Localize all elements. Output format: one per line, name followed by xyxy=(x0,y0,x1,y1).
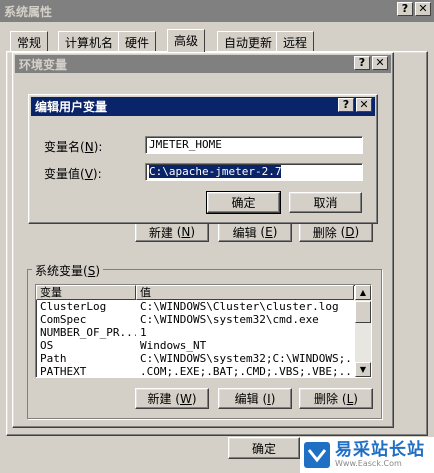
system-variables-table: ClusterLog C:\WINDOWS\Cluster\cluster.log… xyxy=(36,300,354,377)
variable-name-label: 变量名(N): xyxy=(44,140,103,154)
edit-user-title: 编辑用户变量 xyxy=(35,100,108,114)
tab-general[interactable]: 常规 xyxy=(10,31,49,51)
watermark-url: Www.Easck.Com xyxy=(335,458,402,468)
sysprops-titlebar: 系统属性 ? ✕ xyxy=(0,0,434,22)
variable-value-label: 变量值(V): xyxy=(44,167,102,181)
tab-auto-update[interactable]: 自动更新 xyxy=(217,31,280,51)
table-row[interactable]: PATHEXT .COM;.EXE;.BAT;.CMD;.VBS;.VBE;... xyxy=(36,365,354,377)
tab-advanced[interactable]: 高级 xyxy=(167,29,206,52)
edit-user-ok-button[interactable]: 确定 xyxy=(206,191,281,214)
tab-remote[interactable]: 远程 xyxy=(276,31,315,51)
envvars-titlebar: 环境变量 ? ✕ xyxy=(15,55,391,73)
scroll-down-icon[interactable]: ▼ xyxy=(355,362,371,377)
table-row[interactable]: OS Windows_NT xyxy=(36,339,354,352)
brand-logo-icon xyxy=(304,442,330,468)
sysprops-ok-button[interactable]: 确定 xyxy=(228,437,300,459)
system-variables-label: 系统变量(S) xyxy=(32,262,104,279)
user-delete-button[interactable]: 删除 (D) xyxy=(299,222,373,242)
watermark: 易采站长站 Www.Easck.Com xyxy=(300,437,434,473)
edit-user-titlebar: 编辑用户变量 ? ✕ xyxy=(31,97,375,116)
table-row[interactable]: Path C:\WINDOWS\system32;C:\WINDOWS;... xyxy=(36,352,354,365)
system-delete-button[interactable]: 删除 (L) xyxy=(299,388,373,409)
variable-name-input[interactable]: JMETER_HOME xyxy=(145,136,363,154)
scroll-thumb[interactable] xyxy=(355,301,371,323)
scroll-up-icon[interactable]: ▲ xyxy=(355,285,371,300)
column-header-value[interactable]: 值 xyxy=(136,285,354,300)
tab-hardware[interactable]: 硬件 xyxy=(118,31,157,51)
sysprops-help-button[interactable]: ? xyxy=(397,2,413,16)
list-scrollbar[interactable]: ▲ ▼ xyxy=(355,285,371,377)
envvars-close-button[interactable]: ✕ xyxy=(372,56,388,70)
user-new-button[interactable]: 新建 (N) xyxy=(135,222,209,242)
sysprops-title: 系统属性 xyxy=(4,4,53,19)
table-row[interactable]: NUMBER_OF_PR... 1 xyxy=(36,326,354,339)
variable-value-selection: C:\apache-jmeter-2.7 xyxy=(149,165,282,178)
user-edit-button[interactable]: 编辑 (E) xyxy=(218,222,292,242)
edit-user-close-button[interactable]: ✕ xyxy=(356,98,372,112)
table-row[interactable]: ClusterLog C:\WINDOWS\Cluster\cluster.log xyxy=(36,300,354,313)
sysprops-close-button[interactable]: ✕ xyxy=(415,2,431,16)
tab-computer-name[interactable]: 计算机名 xyxy=(58,31,121,51)
envvars-help-button[interactable]: ? xyxy=(354,56,370,70)
list-header: 变量 值 xyxy=(36,285,354,300)
table-row[interactable]: ComSpec C:\WINDOWS\system32\cmd.exe xyxy=(36,313,354,326)
edit-user-cancel-button[interactable]: 取消 xyxy=(289,192,362,213)
envvars-title: 环境变量 xyxy=(19,57,68,72)
variable-value-input[interactable]: C:\apache-jmeter-2.7 xyxy=(145,163,363,181)
column-header-variable[interactable]: 变量 xyxy=(36,285,136,300)
watermark-brand: 易采站长站 xyxy=(335,440,425,461)
system-edit-button[interactable]: 编辑 (I) xyxy=(218,388,292,409)
edit-user-help-button[interactable]: ? xyxy=(338,98,354,112)
system-variables-list[interactable]: 变量 值 ClusterLog C:\WINDOWS\Cluster\cluste… xyxy=(35,284,372,378)
system-new-button[interactable]: 新建 (W) xyxy=(135,388,209,409)
